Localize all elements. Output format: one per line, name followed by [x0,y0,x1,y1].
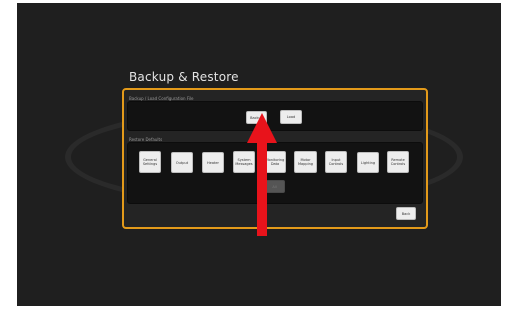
restore-all-button[interactable]: All [264,180,285,193]
backup-section [127,101,423,131]
backup-section-label: Backup / Load Configuration File [129,96,194,101]
restore-output-button[interactable]: Output [171,152,193,173]
restore-defaults-label: Restore Defaults [129,137,163,142]
restore-input-controls-button[interactable]: Input Controls [325,151,347,173]
page-title: Backup & Restore [129,70,239,84]
back-button[interactable]: Back [396,207,416,220]
load-button[interactable]: Load [280,110,302,124]
backup-button[interactable]: Backup [246,111,267,124]
restore-motor-mapping-button[interactable]: Motor Mapping [294,151,317,173]
restore-lighting-button[interactable]: Lighting [357,152,379,173]
restore-monitoring-data-button[interactable]: Monitoring Data [264,151,286,173]
restore-heater-button[interactable]: Heater [202,152,224,173]
restore-system-messages-button[interactable]: System Messages [233,151,255,173]
restore-remote-controls-button[interactable]: Remote Controls [387,151,409,173]
restore-general-settings-button[interactable]: General Settings [139,151,161,173]
